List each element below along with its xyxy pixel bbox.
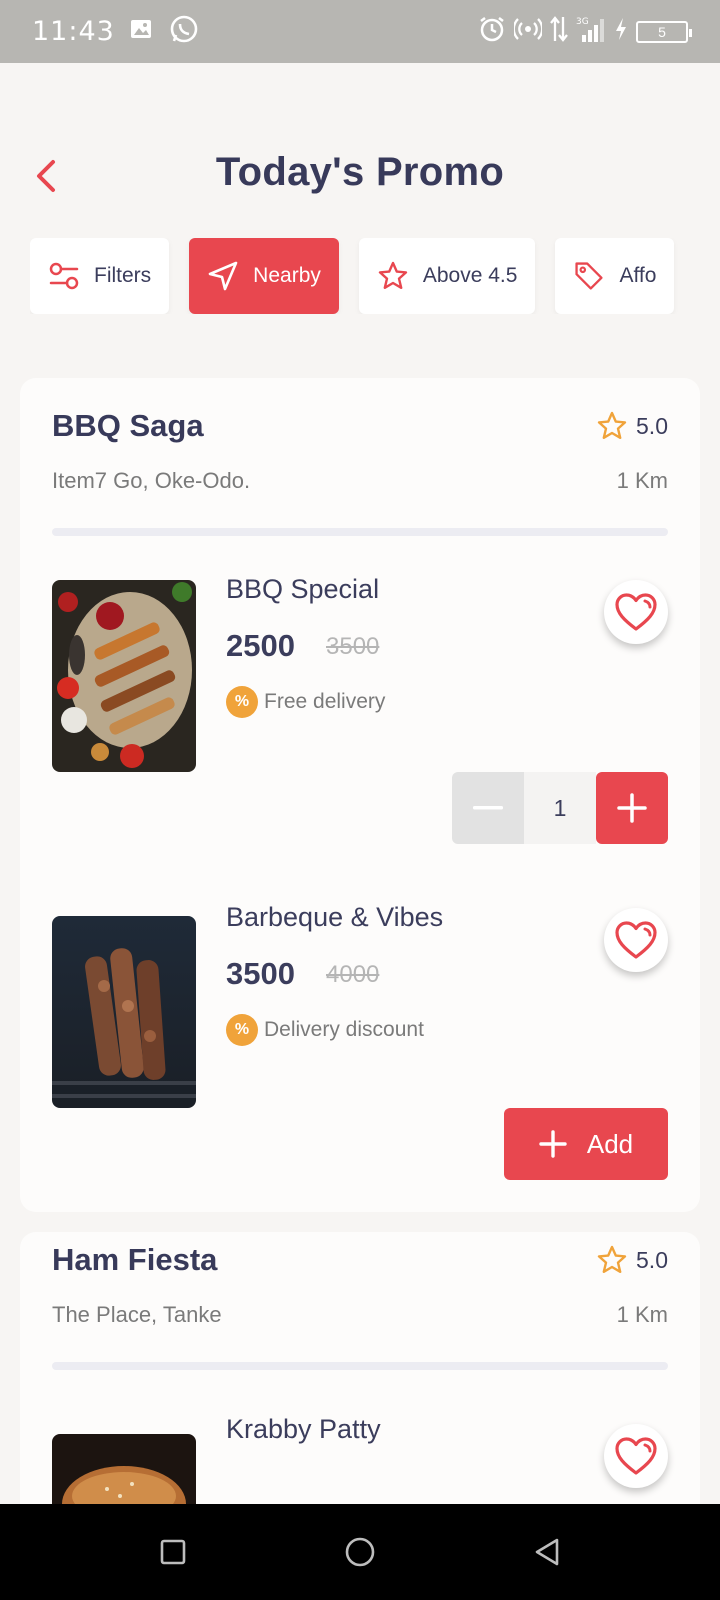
add-to-cart-button[interactable]: Add — [504, 1108, 668, 1180]
divider — [52, 1362, 668, 1370]
dish-name: BBQ Special — [226, 574, 380, 604]
header: Today's Promo — [0, 130, 720, 220]
dish-old-price: 3500 — [326, 633, 380, 660]
favorite-button[interactable] — [604, 1424, 668, 1488]
promo-text: Delivery discount — [264, 1018, 424, 1041]
heart-icon — [615, 921, 657, 959]
promo-text: Free delivery — [264, 690, 386, 713]
dish-image[interactable] — [52, 580, 196, 772]
dish-old-price: 4000 — [326, 961, 380, 988]
decrease-button[interactable] — [452, 772, 524, 844]
dish-price: 3500 — [226, 956, 295, 991]
restaurant-name: Ham Fiesta — [52, 1242, 218, 1277]
rating-value: 5.0 — [636, 1246, 668, 1273]
restaurant-rating: 5.0 — [596, 1244, 668, 1276]
star-icon — [377, 260, 409, 292]
filter-chips: Filters Nearby Above 4.5 Affo — [30, 238, 700, 314]
restaurant-name: BBQ Saga — [52, 408, 204, 443]
filter-chip-label: Above 4.5 — [422, 264, 518, 287]
status-bar: 11:43 3G 5 — [0, 0, 720, 63]
divider — [52, 528, 668, 536]
dish-promo: % Delivery discount — [226, 1014, 424, 1046]
svg-text:3G: 3G — [576, 17, 589, 27]
restaurant-distance: 1 Km — [616, 468, 668, 493]
filter-chip-nearby[interactable]: Nearby — [189, 238, 339, 314]
whatsapp-icon — [169, 14, 199, 49]
hotspot-icon — [512, 16, 544, 47]
data-arrows-icon — [550, 15, 568, 48]
filter-chip-affordable[interactable]: Affo — [555, 238, 675, 314]
filter-chip-filters[interactable]: Filters — [30, 238, 170, 314]
sliders-icon — [48, 260, 80, 292]
filter-chip-label: Filters — [94, 264, 152, 287]
dish-image[interactable] — [52, 916, 196, 1108]
system-nav-bar — [0, 1504, 720, 1600]
charging-icon — [614, 17, 628, 46]
back-triangle-icon — [535, 1538, 558, 1566]
add-button-label: Add — [586, 1128, 634, 1159]
rating-value: 5.0 — [636, 412, 668, 439]
filter-chip-label: Nearby — [253, 264, 321, 287]
quantity-stepper: 1 — [452, 772, 668, 844]
dish-name: Barbeque & Vibes — [226, 902, 444, 932]
star-icon — [597, 411, 627, 439]
battery-level: 5 — [658, 23, 666, 40]
navigation-icon — [207, 260, 239, 292]
restaurant-distance: 1 Km — [616, 1302, 668, 1327]
filter-chip-above-4-5[interactable]: Above 4.5 — [358, 238, 536, 314]
circle-icon — [345, 1537, 375, 1567]
battery-indicator: 5 — [636, 20, 692, 43]
recents-button[interactable] — [143, 1522, 203, 1582]
image-icon — [129, 17, 155, 46]
home-button[interactable] — [330, 1522, 390, 1582]
increase-button[interactable] — [596, 772, 668, 844]
star-icon — [597, 1245, 627, 1273]
minus-icon — [473, 806, 503, 810]
alarm-icon — [478, 15, 506, 48]
restaurant-card[interactable]: BBQ Saga 5.0 Item7 Go, Oke-Odo. 1 Km BBQ… — [20, 378, 700, 1212]
percent-badge-icon: % — [226, 1014, 258, 1046]
dish-promo: % Free delivery — [226, 686, 385, 718]
restaurant-card[interactable]: Ham Fiesta 5.0 The Place, Tanke 1 Km Kra… — [20, 1232, 700, 1532]
square-icon — [161, 1539, 186, 1565]
favorite-button[interactable] — [604, 908, 668, 972]
tag-icon — [573, 260, 605, 292]
restaurant-rating: 5.0 — [596, 410, 668, 442]
heart-icon — [615, 593, 657, 631]
heart-icon — [615, 1437, 657, 1475]
favorite-button[interactable] — [604, 580, 668, 644]
dish-price: 2500 — [226, 628, 295, 663]
dish-name: Krabby Patty — [226, 1414, 381, 1444]
filter-chip-label: Affo — [619, 264, 657, 287]
percent-badge-icon: % — [226, 686, 258, 718]
plus-icon — [617, 793, 647, 823]
restaurant-address: Item7 Go, Oke-Odo. — [52, 468, 251, 493]
page-title: Today's Promo — [215, 150, 505, 194]
quantity-value: 1 — [524, 772, 596, 844]
back-nav-button[interactable] — [517, 1522, 577, 1582]
signal-3g-icon: 3G — [576, 15, 606, 48]
restaurant-address: The Place, Tanke — [52, 1302, 222, 1327]
status-time: 11:43 — [32, 16, 115, 47]
plus-icon — [539, 1130, 567, 1158]
